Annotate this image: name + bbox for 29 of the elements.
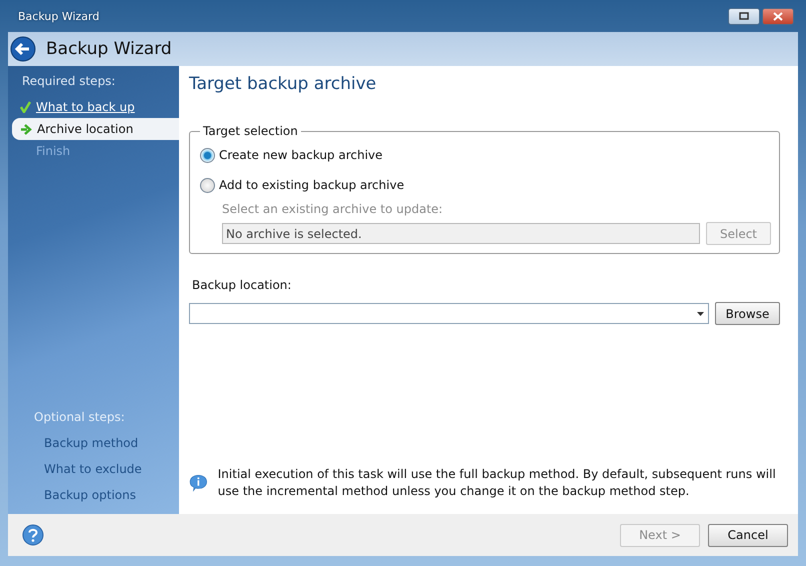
arrow-icon — [20, 124, 32, 134]
radio-option[interactable]: Create new backup archive — [200, 140, 771, 170]
wizard-title: Backup Wizard — [46, 39, 172, 59]
restore-icon — [739, 12, 749, 20]
step-item[interactable]: What to back up — [12, 96, 179, 118]
check-icon — [20, 101, 31, 113]
radio-icon[interactable] — [200, 178, 215, 192]
browse-button[interactable]: Browse — [715, 302, 780, 325]
window-title: Backup Wizard — [18, 10, 100, 22]
help-icon[interactable] — [22, 524, 44, 546]
step-item: Backup options — [43, 488, 137, 504]
caret-icon — [697, 312, 704, 316]
group-legend: Target selection — [200, 124, 301, 138]
step-item[interactable]: Archive location — [12, 118, 179, 140]
step-item: What to exclude — [43, 462, 143, 478]
info-text: Initial execution of this task will use the full backup method. By default, subsequent runs will use the incremental method unless you change it on the backup method step. — [218, 466, 777, 500]
radio-icon[interactable] — [200, 148, 215, 162]
restore-button[interactable] — [728, 8, 760, 24]
sidebar-heading: Required steps: — [21, 74, 116, 90]
radio-option[interactable]: Add to existing backup archive — [200, 170, 771, 200]
cancel-button[interactable]: Cancel — [708, 524, 788, 546]
step-item: Backup method — [43, 436, 140, 452]
sidebar-heading: Optional steps: — [33, 410, 126, 426]
field-label: Backup location: — [192, 278, 292, 292]
close-icon — [773, 12, 783, 20]
location-dropdown[interactable] — [189, 303, 709, 324]
close-button[interactable] — [762, 8, 794, 24]
page-title: Target backup archive — [189, 74, 378, 94]
field-label: Select an existing archive to update: — [222, 202, 444, 216]
